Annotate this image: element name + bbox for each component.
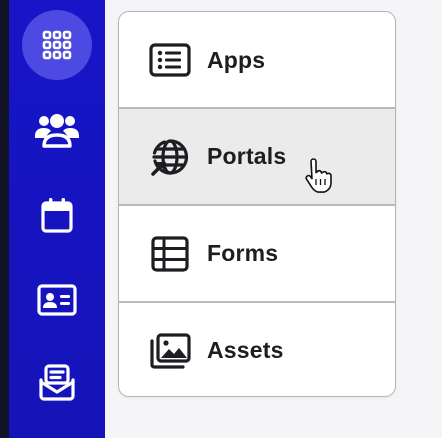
menu-item-label: Assets <box>207 337 284 363</box>
app-switcher-menu: Apps Portals Forms Assets <box>118 11 396 397</box>
sidebar-item-contacts[interactable] <box>22 265 92 335</box>
sidebar-item-apps[interactable] <box>22 10 92 80</box>
sidebar-item-calendar[interactable] <box>22 180 92 250</box>
table-icon <box>149 233 191 275</box>
menu-item-apps[interactable]: Apps <box>119 12 395 108</box>
window-edge <box>0 0 9 438</box>
users-group-icon <box>34 109 80 149</box>
menu-item-label: Apps <box>207 46 266 73</box>
menu-item-portals[interactable]: Portals <box>119 108 395 205</box>
hand-pointer-icon <box>302 158 332 194</box>
menu-item-label: Forms <box>207 240 279 266</box>
sidebar-item-users[interactable] <box>22 94 92 164</box>
globe-arrow-icon <box>149 136 191 178</box>
sidebar-item-messages[interactable] <box>22 348 92 418</box>
menu-item-assets[interactable]: Assets <box>119 303 395 397</box>
list-icon <box>149 39 191 81</box>
calendar-icon <box>40 196 74 234</box>
app-window: Apps Portals Forms Assets <box>0 0 442 438</box>
id-card-icon <box>36 283 78 317</box>
app-grid-icon <box>40 28 74 62</box>
menu-item-label: Portals <box>207 143 287 169</box>
menu-item-forms[interactable]: Forms <box>119 206 395 302</box>
images-icon <box>149 330 191 372</box>
sidebar <box>9 0 105 438</box>
mail-inbox-icon <box>38 363 76 403</box>
